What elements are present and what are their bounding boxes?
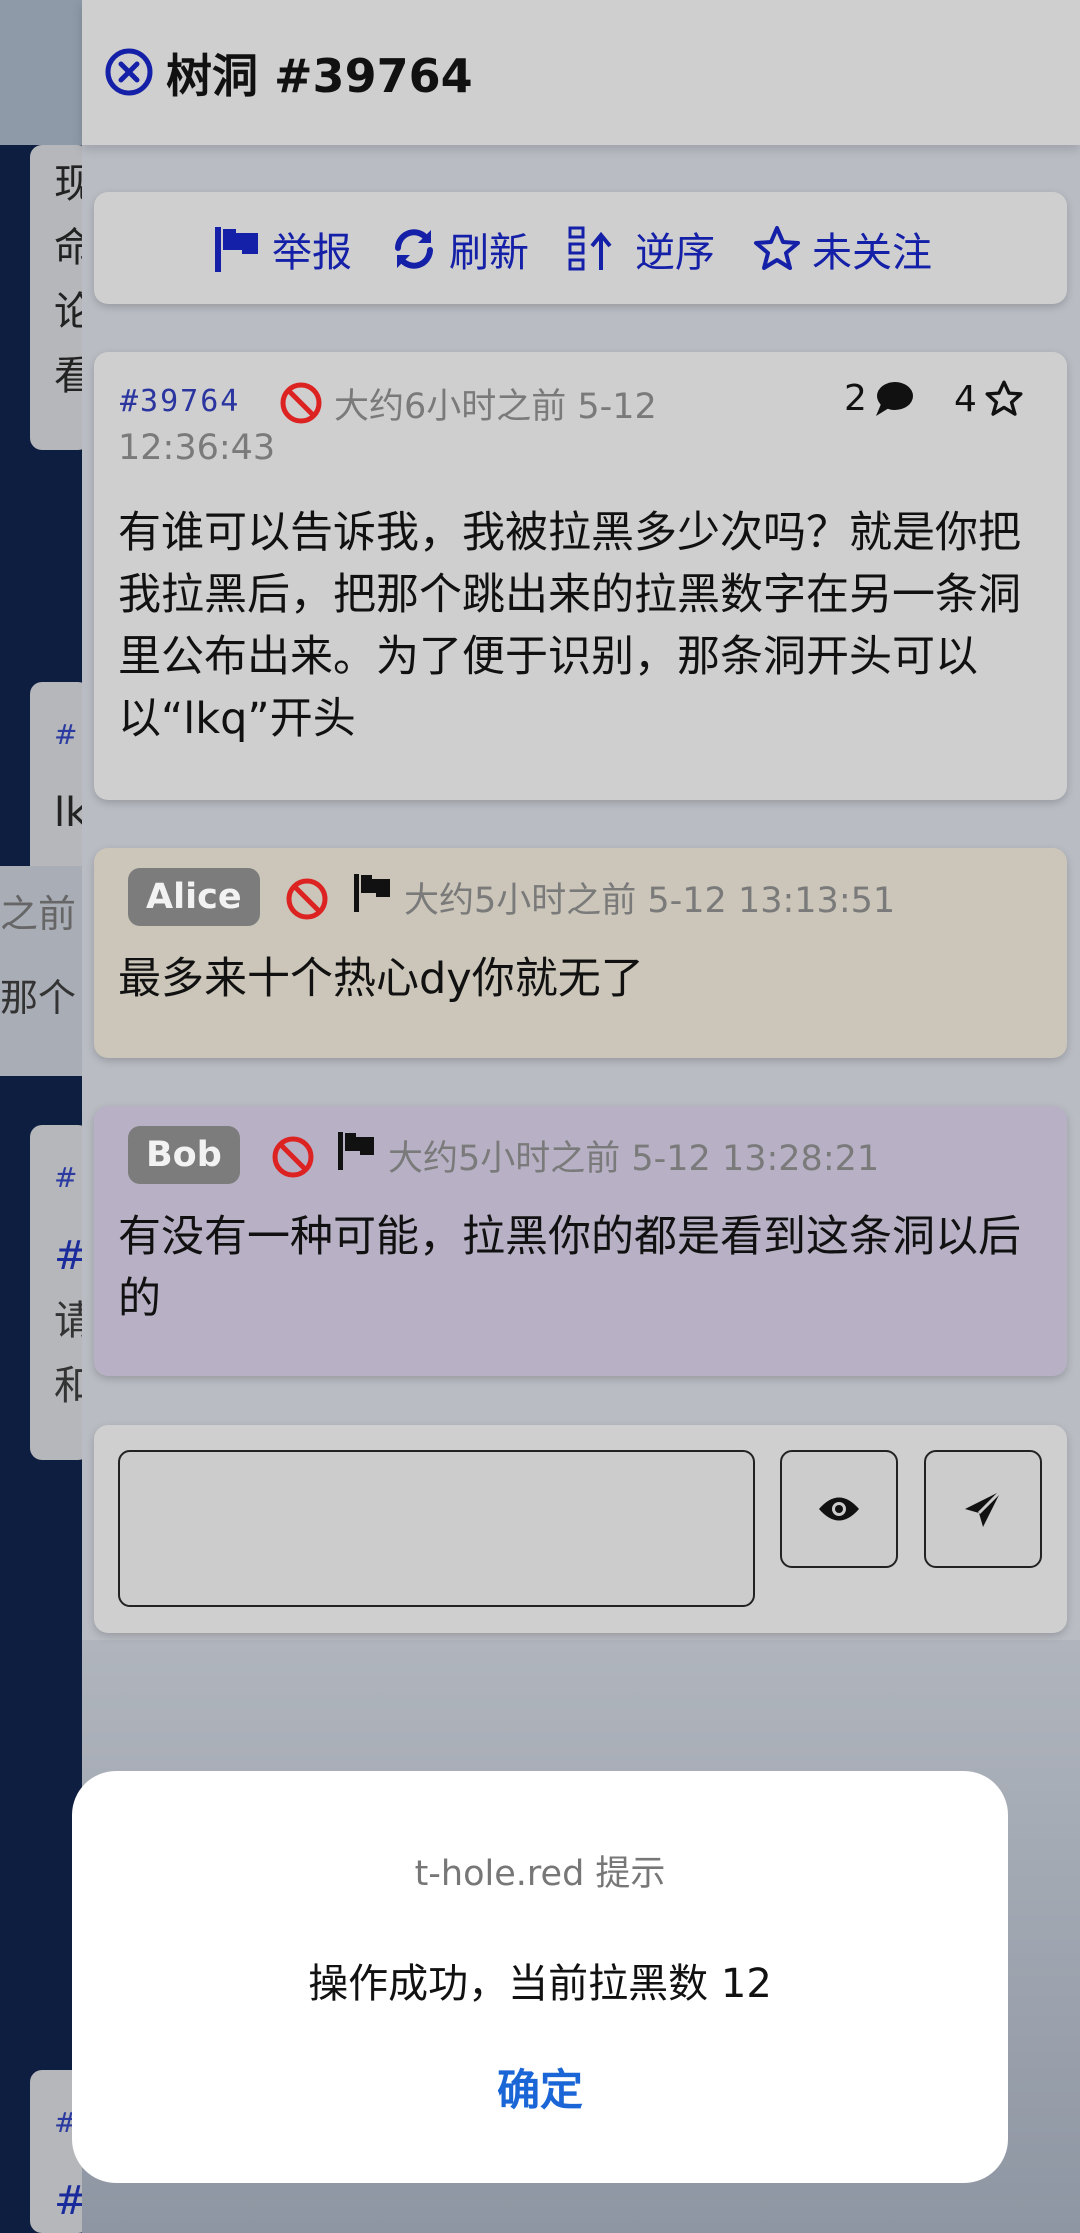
post-text: 有谁可以告诉我，我被拉黑多少次吗？就是你把我拉黑后，把那个跳出来的拉黑数字在另一… [118, 508, 1021, 744]
background-post-card: # lk [30, 682, 90, 882]
block-user-icon[interactable] [278, 380, 324, 426]
reverse-order-label: 逆序 [635, 230, 715, 276]
sort-order-icon [568, 226, 612, 271]
refresh-label: 刷新 [449, 230, 529, 276]
reply-time: 大约5小时之前 5-12 13:28:21 [388, 1139, 880, 1179]
block-user-icon[interactable] [270, 1134, 316, 1180]
alert-dialog: t-hole.red 提示 操作成功，当前拉黑数 12 确定 [72, 1771, 1008, 2183]
post-time-clock: 12:36:43 [118, 428, 276, 468]
post-card: #39764 大约6小时之前 5-12 12:36:43 2 4 有谁可以告诉我… [94, 352, 1067, 800]
report-label: 举报 [272, 230, 352, 276]
reply-text: 有没有一种可能，拉黑你的都是看到这条洞以后的 [118, 1212, 1021, 1324]
follow-label: 未关注 [812, 230, 932, 276]
background-post-card: 现 命 论 看 [30, 145, 90, 450]
reply-card: Bob 大约5小时之前 5-12 13:28:21 有没有一种可能，拉黑你的都是… [94, 1106, 1067, 1376]
flag-icon [215, 227, 258, 272]
report-flag-icon[interactable] [352, 872, 392, 914]
star-outline-icon [754, 226, 800, 270]
reply-composer [94, 1425, 1067, 1633]
reverse-order-button[interactable]: 逆序 [567, 222, 715, 276]
dialog-title: t-hole.red 提示 [414, 1854, 666, 1894]
background-post-card: # # 请 和 [30, 1125, 90, 1460]
star-count-value: 4 [954, 378, 977, 420]
reply-author-tag: Alice [128, 868, 260, 926]
page-title: 树洞 #39764 [166, 49, 473, 103]
reply-text: 最多来十个热心dy你就无了 [118, 954, 644, 1004]
star-count: 4 [954, 378, 1025, 420]
background-header [0, 0, 82, 145]
reply-count-value: 2 [844, 378, 867, 419]
post-time: 大约6小时之前 5-12 [334, 387, 657, 427]
reply-count: 2 [844, 378, 915, 419]
post-id[interactable]: #39764 [120, 384, 240, 419]
reply-input[interactable] [118, 1450, 755, 1607]
report-flag-icon[interactable] [336, 1130, 376, 1172]
reply-author-tag: Bob [128, 1126, 240, 1184]
star-icon [985, 380, 1023, 416]
block-user-icon[interactable] [284, 876, 330, 922]
send-button[interactable] [924, 1450, 1042, 1568]
background-reply-card: 之前 那个 [0, 866, 82, 1076]
refresh-button[interactable]: 刷新 [389, 222, 529, 276]
comment-icon [875, 381, 913, 416]
dialog-message: 操作成功，当前拉黑数 12 [308, 1961, 772, 2007]
preview-button[interactable] [780, 1450, 898, 1568]
report-button[interactable]: 举报 [212, 222, 352, 276]
close-circle-icon[interactable] [104, 47, 154, 97]
post-toolbar: 举报 刷新 逆序 未关注 [94, 192, 1067, 304]
refresh-icon [395, 229, 433, 269]
eye-icon [819, 1497, 859, 1521]
reply-card: Alice 大约5小时之前 5-12 13:13:51 最多来十个热心dy你就无… [94, 848, 1067, 1058]
dialog-ok-button[interactable]: 确定 [482, 2056, 598, 2118]
reply-time: 大约5小时之前 5-12 13:13:51 [404, 881, 896, 921]
send-icon [965, 1489, 1003, 1527]
follow-button[interactable]: 未关注 [752, 222, 932, 276]
